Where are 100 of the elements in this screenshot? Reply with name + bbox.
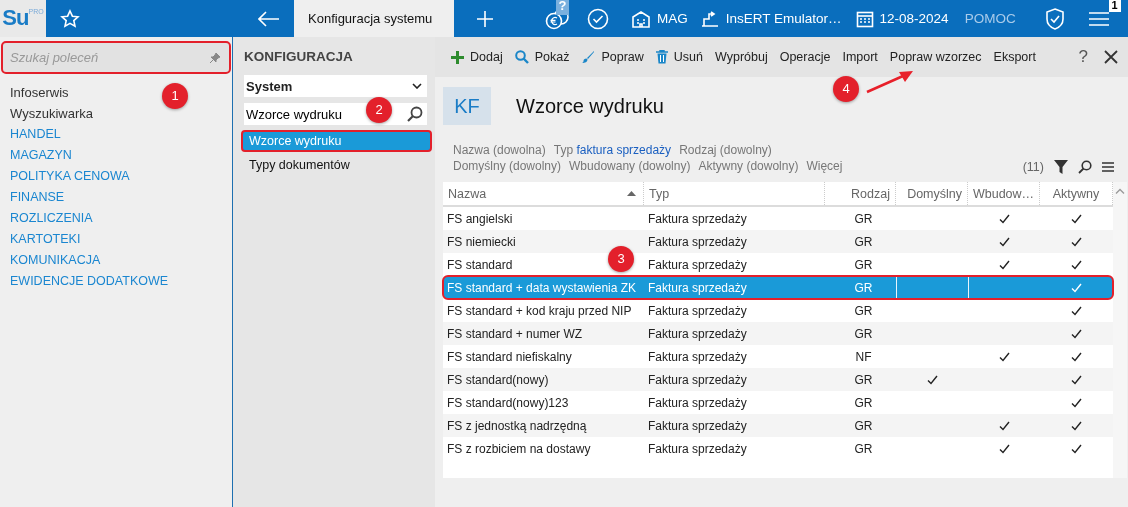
device-icon: [699, 9, 720, 28]
table-row[interactable]: FS z jednostką nadrzędną Faktura sprzedaży GR: [443, 414, 1113, 437]
column-header[interactable]: Wbudow…: [968, 182, 1040, 205]
building-icon: [631, 9, 651, 28]
record-count: (11): [1022, 160, 1044, 174]
column-header[interactable]: Nazwa: [443, 182, 644, 205]
table-cell: Faktura sprzedaży: [648, 257, 747, 272]
shield-icon[interactable]: [1043, 6, 1066, 31]
menu-icon[interactable]: [1102, 162, 1114, 172]
sidebar-item[interactable]: MAGAZYN: [0, 145, 82, 166]
table-cell: Faktura sprzedaży: [648, 372, 747, 387]
table-row[interactable]: FS standard + numer WZ Faktura sprzedaży GR: [443, 322, 1113, 345]
pin-icon[interactable]: [209, 52, 221, 64]
table-cell: Faktura sprzedaży: [648, 395, 747, 410]
table-cell: GR: [854, 395, 873, 410]
trash-icon: [655, 50, 668, 64]
filter-link[interactable]: Nazwa (dowolna): [453, 142, 546, 158]
toolbar-button[interactable]: Eksport: [993, 45, 1036, 69]
filter-icon[interactable]: [1054, 160, 1068, 174]
table-cell: Faktura sprzedaży: [648, 349, 747, 364]
filter-link[interactable]: Aktywny (dowolny): [698, 158, 799, 174]
sidebar-item[interactable]: ROZLICZENIA: [0, 208, 103, 229]
calendar-icon: [855, 9, 874, 28]
search-field[interactable]: Szukaj poleceń: [2, 42, 230, 73]
plus-icon[interactable]: [476, 9, 494, 28]
filter-link[interactable]: Wbudowany (dowolny): [569, 158, 691, 174]
sidebar-item[interactable]: HANDEL: [0, 124, 71, 145]
toolbar-button[interactable]: Pokaż: [514, 45, 570, 69]
column-header[interactable]: Domyślny: [896, 182, 968, 205]
toolbar-button[interactable]: Import: [842, 45, 878, 69]
table-cell: GR: [854, 303, 873, 318]
sort-up-icon: [627, 191, 636, 196]
sidebar-item[interactable]: Infoserwis: [0, 82, 79, 103]
table-cell: NF: [855, 349, 872, 364]
header-label[interactable]: InsERT Emulator…: [725, 11, 842, 26]
table-cell: Faktura sprzedaży: [648, 303, 747, 318]
table-cell: Faktura sprzedaży: [648, 418, 747, 433]
table-cell: Faktura sprzedaży: [648, 326, 747, 341]
close-icon[interactable]: [1104, 50, 1118, 64]
toolbar-button[interactable]: Wypróbuj: [715, 45, 768, 69]
tab[interactable]: Konfiguracja systemu: [294, 0, 454, 37]
table-cell: FS standard + numer WZ: [447, 326, 583, 341]
list-item[interactable]: Typy dokumentów: [242, 155, 357, 175]
dropdown[interactable]: System: [244, 75, 427, 97]
toolbar-button[interactable]: Usuń: [655, 45, 703, 69]
toolbar-button[interactable]: Popraw wzorzec: [889, 45, 982, 69]
view-title: Wzorce wydruku: [516, 94, 664, 118]
table-cell: FS standard niefiskalny: [447, 349, 572, 364]
table-cell: GR: [854, 326, 873, 341]
table-cell: Faktura sprzedaży: [648, 234, 747, 249]
search-icon: [514, 50, 529, 64]
search-icon[interactable]: [407, 106, 423, 122]
sidebar-item[interactable]: POLITYKA CENOWA: [0, 166, 140, 187]
table-row[interactable]: FS niemiecki Faktura sprzedaży GR: [443, 230, 1113, 253]
table-row[interactable]: FS standard(nowy) Faktura sprzedaży GR: [443, 368, 1113, 391]
filter-link[interactable]: Więcej: [806, 158, 843, 174]
sidebar-item[interactable]: EWIDENCJE DODATKOWE: [0, 271, 179, 292]
sidebar-item[interactable]: KOMUNIKACJA: [0, 250, 111, 271]
date-label: 12-08-2024: [879, 11, 949, 26]
column-header[interactable]: Aktywny: [1040, 182, 1113, 205]
module-badge: KF: [443, 87, 491, 125]
table-cell: FS standard(nowy)123: [447, 395, 569, 410]
toolbar-button[interactable]: Dodaj: [451, 45, 503, 69]
plus-icon: [451, 50, 464, 64]
notification-badge: 1: [1108, 0, 1121, 12]
check-circle-icon[interactable]: [587, 7, 609, 30]
table-cell: FS standard + data wystawienia ZK: [447, 280, 637, 295]
search-icon[interactable]: [1078, 160, 1092, 174]
table-cell: Faktura sprzedaży: [648, 441, 747, 456]
table-cell: FS angielski: [447, 211, 513, 226]
table-cell: GR: [854, 257, 873, 272]
table-cell: Faktura sprzedaży: [648, 280, 747, 295]
table-cell: GR: [854, 441, 873, 456]
table-cell: FS standard + kod kraju przed NIP: [447, 303, 632, 318]
sidebar-item[interactable]: KARTOTEKI: [0, 229, 91, 250]
help-link[interactable]: POMOC: [964, 11, 1016, 26]
star-icon[interactable]: [60, 8, 80, 29]
sidebar-item[interactable]: Wyszukiwarka: [0, 103, 103, 124]
table-row[interactable]: FS standard + data wystawienia ZK Faktura sprzedaży GR: [443, 276, 1113, 299]
column-header[interactable]: Typ: [644, 182, 825, 205]
column-header[interactable]: Rodzaj: [825, 182, 896, 205]
help-button[interactable]: ?: [1078, 45, 1088, 69]
filter-link[interactable]: Rodzaj (dowolny): [679, 142, 772, 158]
notification-badge: ?: [556, 0, 569, 15]
annotation-arrow-icon: [865, 69, 915, 95]
filter-link[interactable]: Domyślny (dowolny): [453, 158, 562, 174]
header-label[interactable]: MAG: [657, 11, 688, 26]
table-cell: GR: [854, 211, 873, 226]
table-cell: GR: [854, 234, 873, 249]
back-arrow-icon[interactable]: [258, 10, 280, 27]
sidebar-item[interactable]: FINANSE: [0, 187, 75, 208]
toolbar-button[interactable]: Operacje: [779, 45, 831, 69]
filter-link[interactable]: Typ faktura sprzedaży: [553, 142, 672, 158]
toolbar-button[interactable]: Popraw: [581, 45, 644, 69]
table-cell: FS standard(nowy): [447, 372, 549, 387]
table-cell: GR: [854, 418, 873, 433]
brush-icon: [581, 50, 596, 64]
list-item[interactable]: Wzorce wydruku: [242, 131, 431, 151]
table-cell: Faktura sprzedaży: [648, 211, 747, 226]
table-cell: FS z jednostką nadrzędną: [447, 418, 587, 433]
